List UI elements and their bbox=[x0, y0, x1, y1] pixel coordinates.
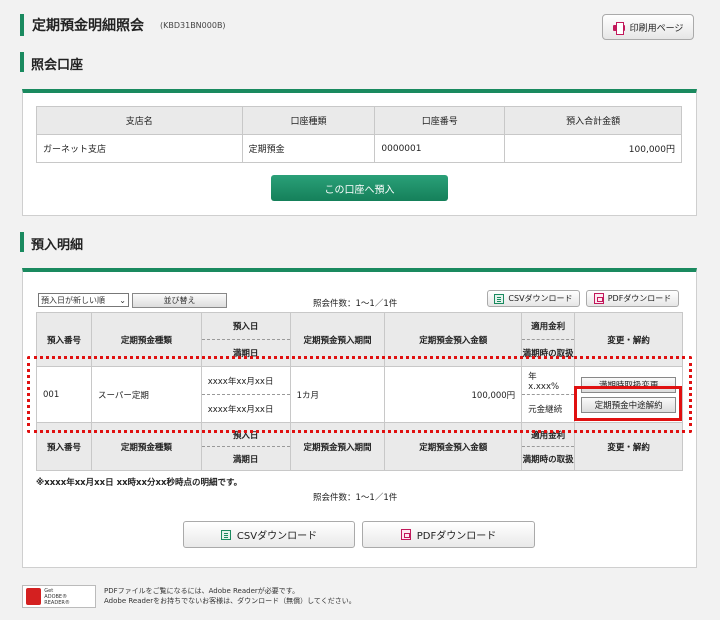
column-header: 預入合計金額 bbox=[504, 106, 682, 135]
result-count-top: 照会件数：1～1／1件 bbox=[313, 299, 398, 309]
adobe-reader-icon bbox=[26, 588, 42, 605]
pdf-download-label: PDFダウンロード bbox=[416, 531, 497, 542]
result-count-bottom: 照会件数：1～1／1件 bbox=[313, 493, 398, 503]
column-header: 口座番号 bbox=[374, 106, 506, 135]
deposit-table-header: 預入番号 定期預金種類 預入日 定期預金預入期間 定期預金預入金額 適用金利 変… bbox=[36, 312, 683, 367]
csv-download-label: CSVダウンロード bbox=[508, 294, 573, 303]
get-adobe-reader-badge[interactable]: Get ADOBE® READER® bbox=[22, 585, 96, 608]
csv-icon bbox=[220, 529, 231, 540]
pdf-download-label: PDFダウンロード bbox=[607, 294, 672, 303]
title-accent-bar bbox=[20, 14, 24, 36]
column-header: 満期時の取扱 bbox=[521, 446, 576, 471]
account-type: 定期預金 bbox=[241, 134, 376, 163]
page-title: 定期預金明細照会 bbox=[32, 18, 144, 34]
adobe-reader-note: PDFファイルをご覧になるには、Adobe Readerが必要です。 Adobe… bbox=[104, 586, 356, 606]
deposit-to-account-button[interactable]: この口座へ預入 bbox=[271, 175, 448, 201]
timestamp-note: ※xxxx年xx月xx日 xx時xx分xx秒時点の明細です。 bbox=[36, 478, 243, 488]
section-accent-bar bbox=[20, 232, 24, 252]
print-page-button[interactable]: 印刷用ページ bbox=[602, 14, 694, 40]
column-header: 支店名 bbox=[36, 106, 243, 135]
column-header: 預入日 bbox=[200, 312, 291, 340]
column-header: 満期日 bbox=[200, 446, 291, 471]
account-section-title: 照会口座 bbox=[31, 58, 84, 73]
chevron-down-icon: ⌄ bbox=[119, 295, 126, 305]
section-accent-bar bbox=[20, 52, 24, 72]
printer-icon bbox=[612, 21, 625, 35]
csv-icon bbox=[494, 293, 505, 304]
account-table-header: 支店名 口座種類 口座番号 預入合計金額 bbox=[36, 106, 682, 135]
csv-download-button-small[interactable]: CSVダウンロード bbox=[487, 290, 580, 307]
deposit-section-title: 預入明細 bbox=[31, 238, 84, 253]
account-table: 支店名 口座種類 口座番号 預入合計金額 ガーネット支店 定期預金 000000… bbox=[36, 106, 682, 163]
page-code: (KBD31BN000B) bbox=[160, 21, 226, 30]
sort-order-value: 預入日が新しい順 bbox=[41, 295, 105, 305]
print-page-label: 印刷用ページ bbox=[629, 23, 684, 34]
pdf-icon bbox=[593, 293, 604, 304]
column-header: 口座種類 bbox=[241, 106, 376, 135]
account-number: 0000001 bbox=[374, 134, 506, 163]
csv-download-button[interactable]: CSVダウンロード bbox=[183, 521, 355, 548]
reader-badge-line2: ADOBE® READER® bbox=[44, 593, 70, 606]
footer-note-line1: PDFファイルをご覧になるには、Adobe Readerが必要です。 bbox=[104, 587, 300, 595]
branch-name: ガーネット支店 bbox=[36, 134, 243, 163]
sort-order-select[interactable]: 預入日が新しい順 ⌄ bbox=[38, 293, 129, 307]
footer-note-line2: Adobe Readerをお持ちでないお客様は、ダウンロード（無償）してください… bbox=[104, 597, 356, 605]
sort-button[interactable]: 並び替え bbox=[132, 293, 227, 308]
csv-download-label: CSVダウンロード bbox=[236, 531, 318, 542]
total-amount: 100,000円 bbox=[504, 134, 682, 163]
pdf-download-button-small[interactable]: PDFダウンロード bbox=[586, 290, 679, 307]
table-row: ガーネット支店 定期預金 0000001 100,000円 bbox=[36, 134, 682, 163]
pdf-download-button[interactable]: PDFダウンロード bbox=[362, 521, 535, 548]
pdf-icon bbox=[400, 529, 411, 540]
column-header: 適用金利 bbox=[521, 312, 576, 340]
cancel-button-highlight bbox=[574, 386, 682, 421]
